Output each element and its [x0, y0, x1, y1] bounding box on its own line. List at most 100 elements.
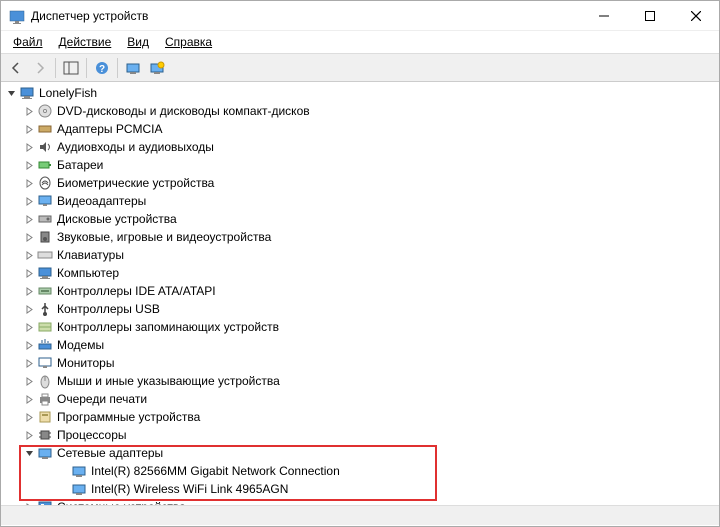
tree-category-2[interactable]: Аудиовходы и аудиовыходы [3, 138, 717, 156]
expander-icon[interactable] [21, 391, 37, 407]
network-icon [71, 463, 87, 479]
network-icon [71, 481, 87, 497]
tree-category-1[interactable]: Адаптеры PCMCIA [3, 120, 717, 138]
expander-icon[interactable] [21, 193, 37, 209]
tree-category-16[interactable]: Очереди печати [3, 390, 717, 408]
expander-icon[interactable] [21, 355, 37, 371]
computer-icon [37, 265, 53, 281]
software-icon [37, 409, 53, 425]
tree-category-0[interactable]: DVD-дисководы и дисководы компакт-дисков [3, 102, 717, 120]
tree-item-label: DVD-дисководы и дисководы компакт-дисков [57, 104, 310, 118]
tree-item-label: Контроллеры IDE ATA/ATAPI [57, 284, 216, 298]
close-button[interactable] [673, 1, 719, 30]
window-title: Диспетчер устройств [31, 9, 581, 23]
tree-item-label: Биометрические устройства [57, 176, 214, 190]
tree-category-18[interactable]: Процессоры [3, 426, 717, 444]
keyboard-icon [37, 247, 53, 263]
monitor-icon [37, 355, 53, 371]
tree-category-15[interactable]: Мыши и иные указывающие устройства [3, 372, 717, 390]
tree-category-6[interactable]: Дисковые устройства [3, 210, 717, 228]
modem-icon [37, 337, 53, 353]
tree-category-8[interactable]: Клавиатуры [3, 246, 717, 264]
tree-category-17[interactable]: Программные устройства [3, 408, 717, 426]
expander-icon[interactable] [21, 427, 37, 443]
toolbar-separator-3 [117, 58, 118, 78]
tree-category-9[interactable]: Компьютер [3, 264, 717, 282]
tree-item-label: Intel(R) 82566MM Gigabit Network Connect… [91, 464, 340, 478]
tree-category-3[interactable]: Батареи [3, 156, 717, 174]
expander-icon[interactable] [21, 211, 37, 227]
storage-icon [37, 319, 53, 335]
statusbar [1, 505, 719, 525]
svg-text:?: ? [99, 64, 105, 75]
disc-icon [37, 103, 53, 119]
expander-icon[interactable] [3, 85, 19, 101]
disk-icon [37, 211, 53, 227]
expander-icon[interactable] [55, 463, 71, 479]
tree-device-19-0[interactable]: Intel(R) 82566MM Gigabit Network Connect… [3, 462, 717, 480]
tree-item-label: Процессоры [57, 428, 127, 442]
show-hide-tree-button[interactable] [60, 57, 82, 79]
expander-icon[interactable] [21, 283, 37, 299]
expander-icon[interactable] [21, 157, 37, 173]
expander-icon[interactable] [21, 445, 37, 461]
tree-item-label: Компьютер [57, 266, 119, 280]
tree-item-label: LonelyFish [39, 86, 97, 100]
menu-action-label: Действие [59, 35, 112, 49]
expander-icon[interactable] [21, 121, 37, 137]
biometric-icon [37, 175, 53, 191]
expander-icon[interactable] [21, 175, 37, 191]
show-hidden-button[interactable] [146, 57, 168, 79]
tree-category-12[interactable]: Контроллеры запоминающих устройств [3, 318, 717, 336]
tree-item-label: Сетевые адаптеры [57, 446, 163, 460]
tree-item-label: Дисковые устройства [57, 212, 177, 226]
expander-icon[interactable] [21, 319, 37, 335]
forward-button[interactable] [29, 57, 51, 79]
tree-category-7[interactable]: Звуковые, игровые и видеоустройства [3, 228, 717, 246]
expander-icon[interactable] [21, 139, 37, 155]
mouse-icon [37, 373, 53, 389]
expander-icon[interactable] [55, 481, 71, 497]
tree-item-label: Клавиатуры [57, 248, 124, 262]
printer-icon [37, 391, 53, 407]
tree-item-label: Контроллеры USB [57, 302, 160, 316]
sound-icon [37, 229, 53, 245]
tree-category-13[interactable]: Модемы [3, 336, 717, 354]
expander-icon[interactable] [21, 499, 37, 505]
menu-file[interactable]: Файл [5, 33, 51, 51]
expander-icon[interactable] [21, 265, 37, 281]
expander-icon[interactable] [21, 409, 37, 425]
back-button[interactable] [5, 57, 27, 79]
menu-help[interactable]: Справка [157, 33, 220, 51]
ide-icon [37, 283, 53, 299]
expander-icon[interactable] [21, 247, 37, 263]
scan-hardware-button[interactable] [122, 57, 144, 79]
expander-icon[interactable] [21, 337, 37, 353]
menu-view-label: Вид [127, 35, 149, 49]
device-tree[interactable]: LonelyFish DVD-дисководы и дисководы комп… [1, 82, 719, 505]
tree-category-4[interactable]: Биометрические устройства [3, 174, 717, 192]
minimize-button[interactable] [581, 1, 627, 30]
tree-category-10[interactable]: Контроллеры IDE ATA/ATAPI [3, 282, 717, 300]
menu-file-label: Файл [13, 35, 43, 49]
toolbar-separator-2 [86, 58, 87, 78]
help-button[interactable]: ? [91, 57, 113, 79]
tree-item-label: Программные устройства [57, 410, 200, 424]
expander-icon[interactable] [21, 373, 37, 389]
tree-category-5[interactable]: Видеоадаптеры [3, 192, 717, 210]
expander-icon[interactable] [21, 301, 37, 317]
menu-action[interactable]: Действие [51, 33, 120, 51]
tree-category-19[interactable]: Сетевые адаптеры [3, 444, 717, 462]
expander-icon[interactable] [21, 229, 37, 245]
tree-root[interactable]: LonelyFish [3, 84, 717, 102]
tree-category-11[interactable]: Контроллеры USB [3, 300, 717, 318]
toolbar: ? [1, 54, 719, 82]
tree-category-14[interactable]: Мониторы [3, 354, 717, 372]
expander-icon[interactable] [21, 103, 37, 119]
menu-view[interactable]: Вид [119, 33, 157, 51]
maximize-button[interactable] [627, 1, 673, 30]
tree-category-20[interactable]: Системные устройства [3, 498, 717, 505]
tree-device-19-1[interactable]: Intel(R) Wireless WiFi Link 4965AGN [3, 480, 717, 498]
usb-icon [37, 301, 53, 317]
display-icon [37, 193, 53, 209]
